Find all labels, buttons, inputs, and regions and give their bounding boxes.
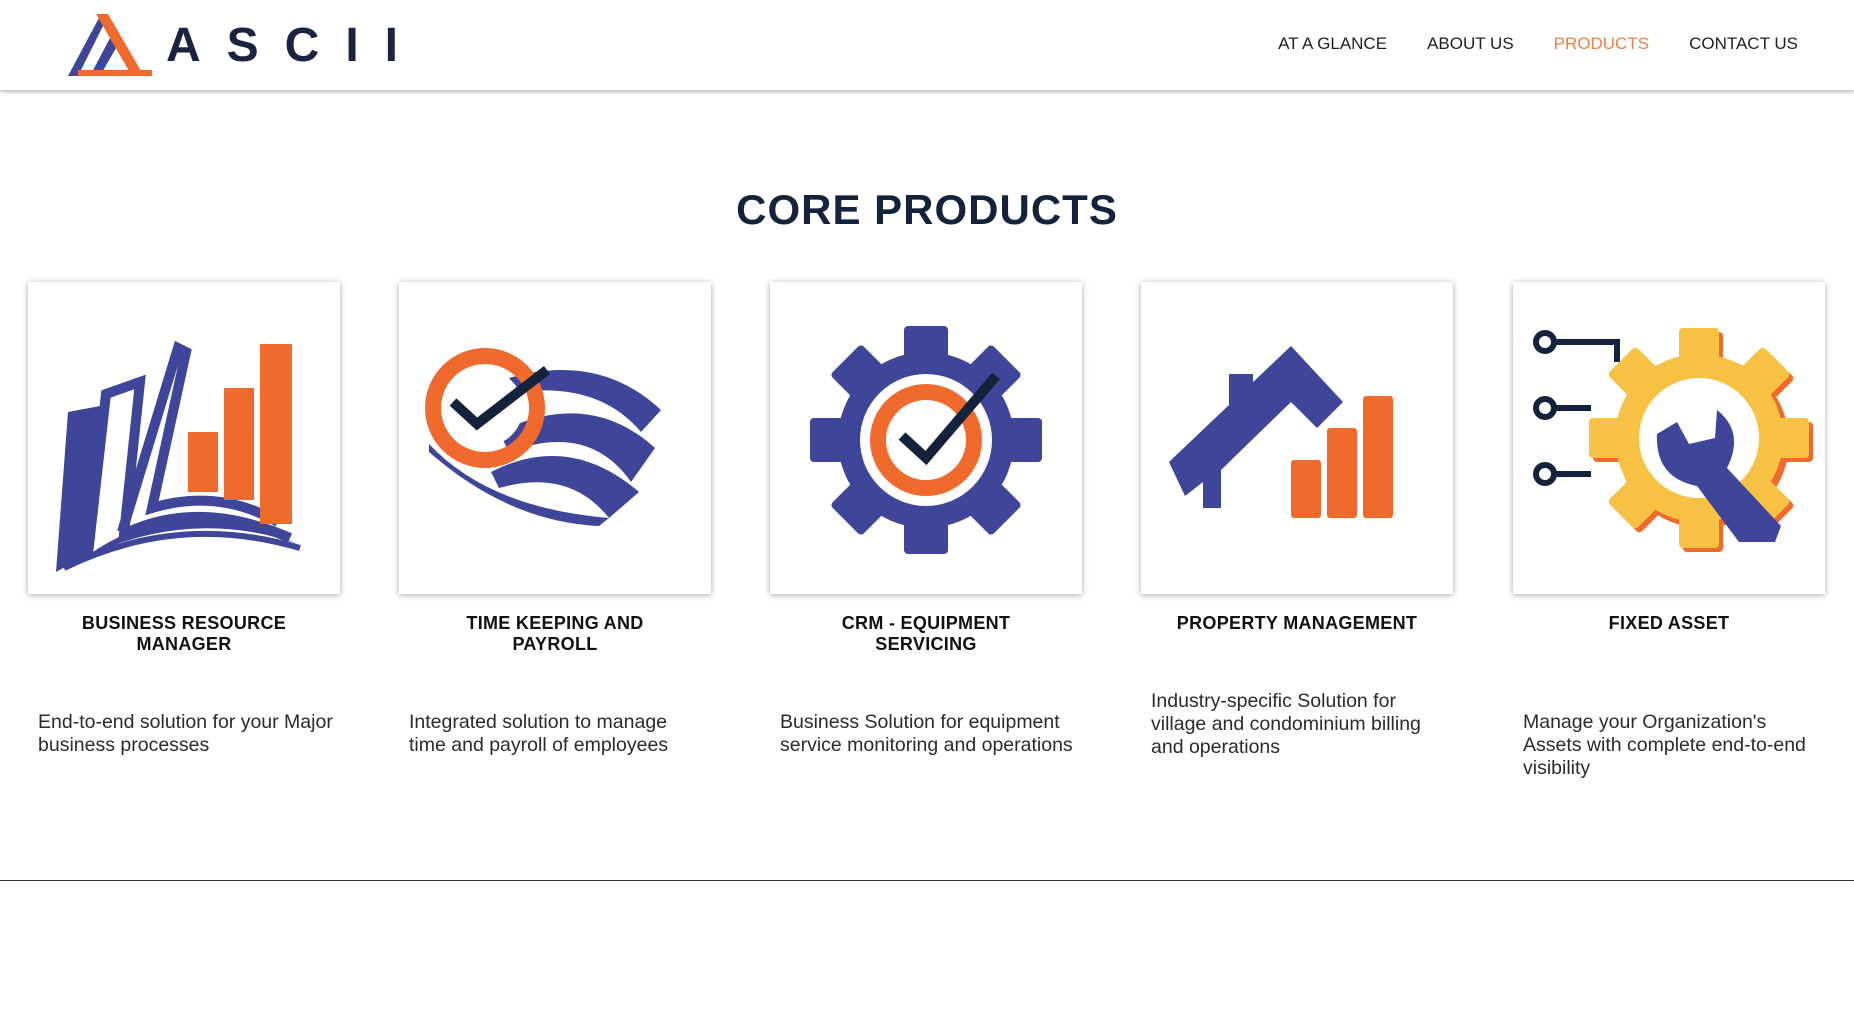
product-description: Manage your Organization's Assets with c… — [1523, 711, 1806, 779]
product-card-time-keeping-and-payroll: TIME KEEPING AND PAYROLL Integrated solu… — [399, 282, 711, 757]
product-image-card[interactable] — [1513, 282, 1825, 594]
product-card-business-resource-manager: BUSINESS RESOURCE MANAGER End-to-end sol… — [28, 282, 340, 757]
gear-wrench-icon — [1533, 328, 1813, 552]
product-title: TIME KEEPING AND PAYROLL — [466, 613, 644, 654]
product-image-card[interactable] — [1141, 282, 1453, 594]
site-header: ASCII AT A GLANCE ABOUT US PRODUCTS CONT… — [0, 0, 1854, 90]
nav-about-us[interactable]: ABOUT US — [1427, 30, 1514, 58]
product-description: Business Solution for equipment service … — [780, 711, 1073, 756]
main-nav: AT A GLANCE ABOUT US PRODUCTS CONTACT US — [1278, 30, 1798, 58]
product-title: BUSINESS RESOURCE MANAGER — [81, 613, 287, 654]
nav-at-a-glance[interactable]: AT A GLANCE — [1278, 30, 1387, 58]
product-description: Industry-specific Solution for village a… — [1151, 690, 1421, 758]
product-image-card[interactable] — [28, 282, 340, 594]
product-card-property-management: PROPERTY MANAGEMENT Industry-specific So… — [1141, 282, 1453, 759]
clock-payroll-icon — [425, 348, 661, 526]
nav-contact-us[interactable]: CONTACT US — [1689, 30, 1798, 58]
ascii-logo-mark-icon — [68, 14, 152, 76]
product-title: FIXED ASSET — [1608, 613, 1730, 633]
product-title: CRM - EQUIPMENT SERVICING — [841, 613, 1011, 654]
product-card-fixed-asset: FIXED ASSET Manage your Organization's A… — [1513, 282, 1825, 780]
gear-check-icon — [810, 326, 1042, 554]
section-divider — [0, 880, 1854, 881]
product-title: PROPERTY MANAGEMENT — [1176, 613, 1418, 633]
product-card-crm-equipment-servicing: CRM - EQUIPMENT SERVICING Business Solut… — [770, 282, 1082, 757]
business-chart-icon — [56, 340, 301, 572]
products-grid: BUSINESS RESOURCE MANAGER End-to-end sol… — [0, 282, 1854, 802]
ascii-logo[interactable]: ASCII — [66, 12, 398, 80]
logo-wordmark: ASCII — [166, 19, 425, 72]
house-chart-icon — [1169, 346, 1393, 518]
nav-products[interactable]: PRODUCTS — [1554, 30, 1649, 58]
product-image-card[interactable] — [399, 282, 711, 594]
section-title: CORE PRODUCTS — [736, 186, 1118, 233]
product-image-card[interactable] — [770, 282, 1082, 594]
product-description: Integrated solution to manage time and p… — [409, 711, 669, 756]
product-description: End-to-end solution for your Major busin… — [38, 711, 333, 756]
